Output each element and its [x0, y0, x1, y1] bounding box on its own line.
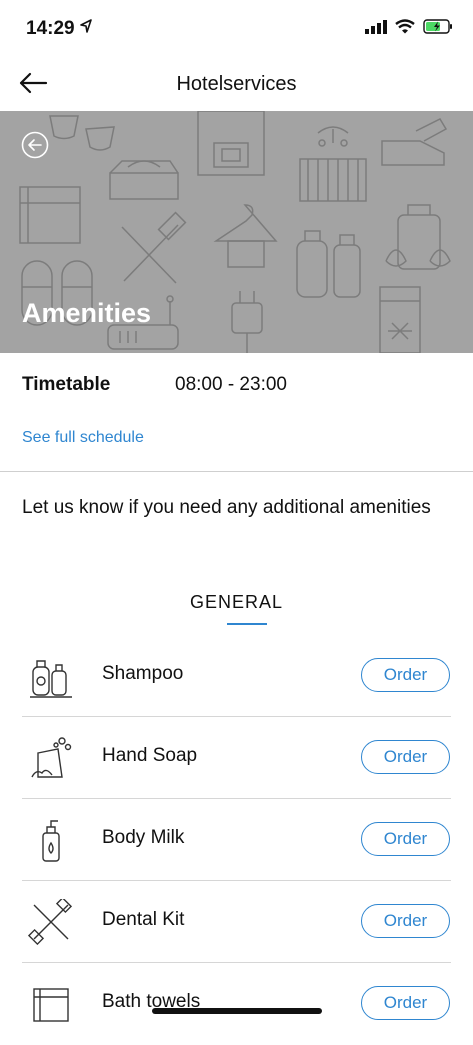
item-name: Shampoo [102, 663, 184, 684]
divider [0, 471, 473, 472]
section-title-general[interactable]: GENERAL [0, 592, 473, 613]
nav-bar: Hotelservices [0, 56, 473, 111]
wifi-icon [395, 19, 415, 34]
order-button[interactable]: Order [361, 822, 450, 856]
signal-icon [365, 19, 387, 34]
see-full-schedule-link[interactable]: See full schedule [22, 429, 144, 447]
list-item: Body Milk Order [0, 799, 473, 881]
page-title: Hotelservices [176, 73, 297, 95]
order-button[interactable]: Order [361, 904, 450, 938]
status-bar: 14:29 [0, 0, 473, 56]
status-icons [365, 19, 453, 34]
back-circle-icon[interactable] [21, 131, 49, 159]
list-item: Hand Soap Order [0, 717, 473, 799]
location-arrow-icon [80, 19, 92, 33]
home-indicator[interactable] [152, 1008, 322, 1014]
item-name: Dental Kit [102, 909, 185, 930]
order-button[interactable]: Order [361, 658, 450, 692]
list-item: Shampoo Order [0, 635, 473, 717]
status-time: 14:29 [26, 18, 75, 39]
item-name: Hand Soap [102, 745, 198, 766]
hero-banner: Amenities [0, 111, 473, 353]
list-item: Dental Kit Order [0, 881, 473, 963]
dental-kit-icon [28, 899, 73, 945]
section-underline [227, 623, 267, 625]
hand-soap-icon [31, 737, 72, 778]
body-milk-icon [42, 820, 60, 862]
item-name: Body Milk [102, 827, 185, 848]
order-button[interactable]: Order [361, 740, 450, 774]
bath-towels-icon [33, 988, 69, 1022]
shampoo-icon [30, 660, 72, 698]
intro-text: Let us know if you need any additional a… [22, 497, 431, 518]
battery-icon [423, 19, 452, 34]
timetable-label: Timetable [22, 374, 111, 395]
order-button[interactable]: Order [361, 986, 450, 1020]
list-item: Bath towels Order [0, 963, 473, 1045]
hero-title: Amenities [22, 298, 152, 328]
timetable-value: 08:00 - 23:00 [175, 374, 287, 395]
